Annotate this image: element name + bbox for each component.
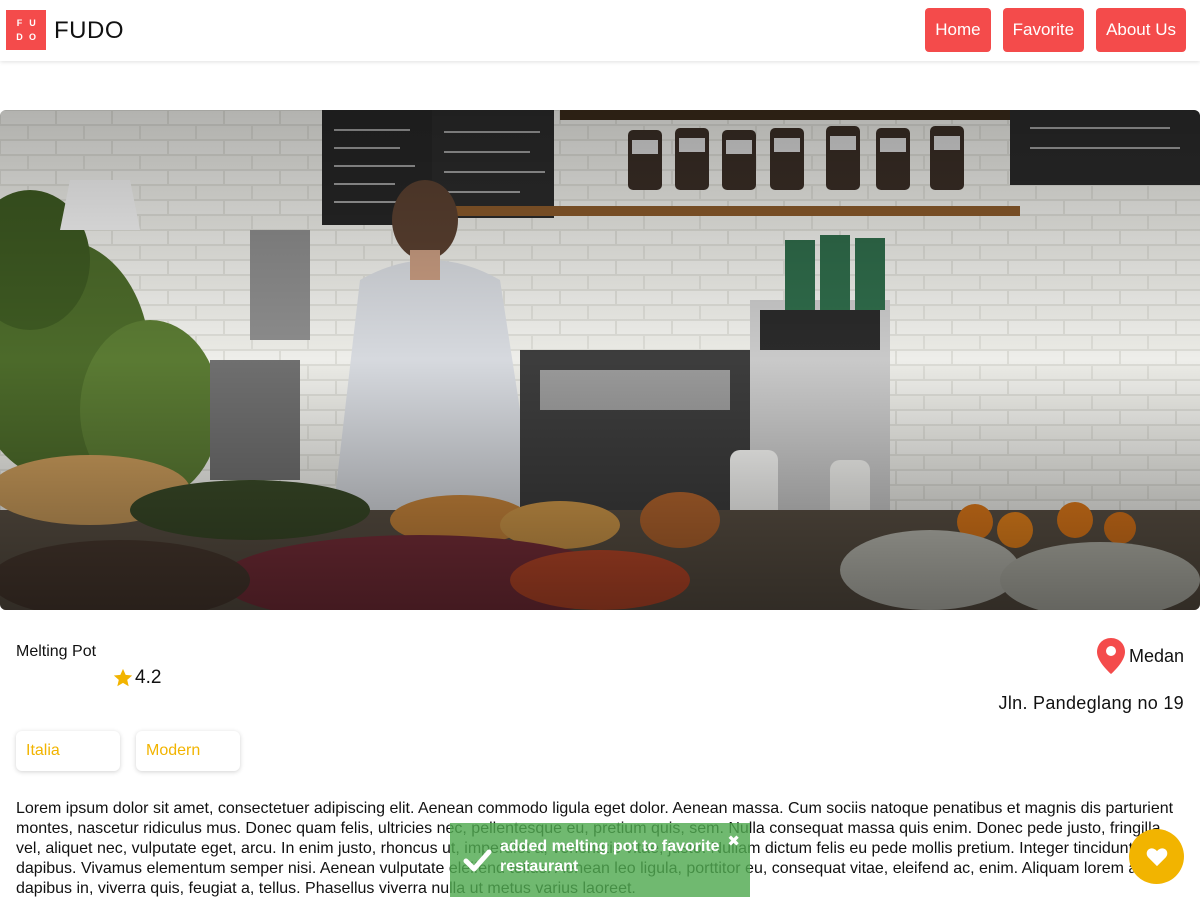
nav-menu: Home Favorite About Us <box>925 8 1186 52</box>
favorite-button[interactable] <box>1129 829 1184 884</box>
restaurant-address: Jln. Pandeglang no 19 <box>998 693 1184 713</box>
restaurant-city: Medan <box>1128 645 1184 666</box>
nav-home-button[interactable]: Home <box>925 8 991 52</box>
restaurant-name: Melting Pot <box>16 643 97 660</box>
logo-letter: F <box>16 17 23 28</box>
logo-letter: D <box>16 31 23 42</box>
star-icon <box>113 668 133 687</box>
nav-favorite-button[interactable]: Favorite <box>1002 8 1085 52</box>
restaurant-location: Medan Jln. Pandeglang no 19 <box>999 638 1184 714</box>
fudo-logo[interactable]: F U D O <box>6 10 46 50</box>
favorite-toast: added melting pot to favorite restaurant… <box>450 823 750 897</box>
brand-name[interactable]: FUDO <box>54 17 124 45</box>
close-icon[interactable]: ✖ <box>727 832 740 850</box>
restaurant-hero-image <box>0 110 1200 610</box>
restaurant-rating: 4.2 <box>112 667 161 689</box>
logo-letter: U <box>29 17 36 28</box>
top-navbar: F U D O FUDO Home Favorite About Us <box>0 0 1200 61</box>
heart-icon <box>1146 847 1167 866</box>
check-icon <box>463 849 492 872</box>
category-tag: Italia <box>16 731 120 771</box>
category-tags: Italia Modern <box>16 731 240 771</box>
nav-about-us-button[interactable]: About Us <box>1096 8 1186 52</box>
rating-value: 4.2 <box>135 667 162 688</box>
category-tag: Modern <box>136 731 240 771</box>
map-pin-icon <box>1096 638 1125 674</box>
logo-letter: O <box>28 31 36 42</box>
toast-message: added melting pot to favorite restaurant <box>500 838 720 875</box>
